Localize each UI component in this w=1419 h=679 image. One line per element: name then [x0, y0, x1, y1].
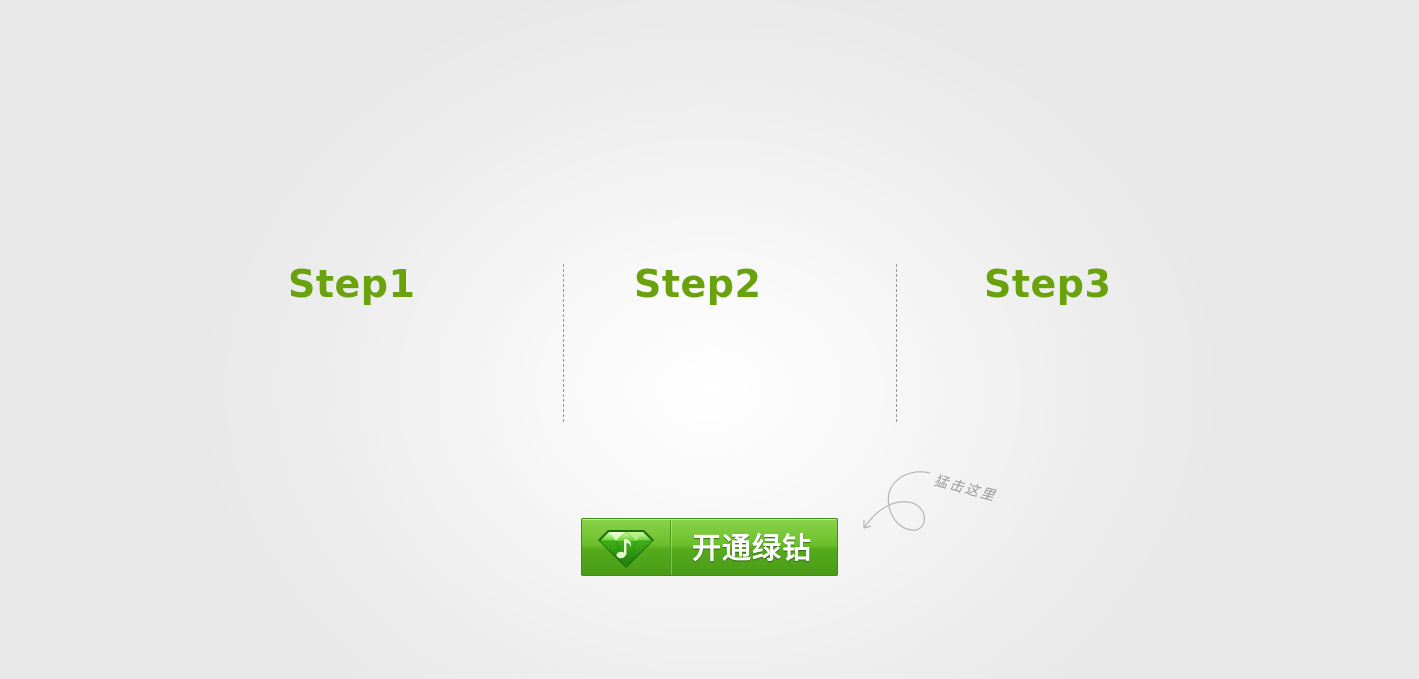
step-divider — [896, 264, 897, 422]
step-divider — [563, 264, 564, 422]
click-here-hint: 猛击这里 — [932, 472, 999, 505]
curved-arrow-icon — [858, 466, 938, 536]
open-green-diamond-button[interactable]: 开通绿钻 — [581, 518, 838, 576]
green-diamond-music-note-icon — [594, 526, 658, 570]
open-green-diamond-label: 开通绿钻 — [692, 531, 813, 565]
button-divider — [670, 520, 671, 575]
step3-title: Step3 — [984, 262, 1112, 306]
step2-title: Step2 — [634, 262, 762, 306]
step1-title: Step1 — [288, 262, 416, 306]
